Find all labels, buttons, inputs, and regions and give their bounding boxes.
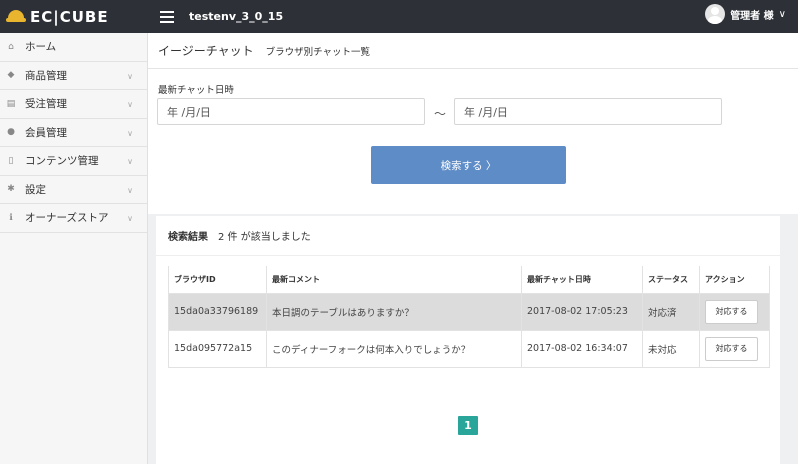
results-heading: 検索結果 [168,232,208,243]
column-header-datetime[interactable]: 最新チャット日時 [521,266,643,294]
action-cell: 対応する [699,330,770,368]
file-icon: ▯ [8,155,14,166]
page-subtitle: ブラウザ別チャット一覧 [265,46,371,58]
browser-id-cell: 15da095772a15 [168,330,267,368]
date-range-separator: ～ [434,107,447,121]
search-button[interactable]: 検索する 〉 [371,146,566,184]
date-field-label: 最新チャット日時 [158,85,234,96]
sidebar-item-label: 商品管理 [25,69,67,82]
page-header: イージーチャット ブラウザ別チャット一覧 [148,33,798,69]
chevron-down-icon: ∨ [127,128,133,138]
chevron-down-icon: ∨ [127,100,133,109]
column-header-status[interactable]: ステータス [642,266,700,294]
chevron-down-icon: ∨ [127,185,133,195]
sidebar-item-home[interactable]: ⌂ ホーム [0,33,147,62]
sidebar-item-label: 受注管理 [25,98,67,111]
cart-icon: ▤ [6,98,16,109]
main-content: イージーチャット ブラウザ別チャット一覧 最新チャット日時 年 /月/日 ～ 年… [148,33,798,464]
comment-cell: 本日調のテーブルはありますか？ [266,293,522,331]
datetime-cell: 2017-08-02 16:34:07 [521,330,643,368]
column-header-action: アクション [699,266,770,294]
logo[interactable]: EC|CUBE [0,0,148,33]
sidebar-item-contents[interactable]: ▯ コンテンツ管理 ∨ [0,147,147,176]
datetime-cell: 2017-08-02 17:05:23 [521,293,643,331]
logo-text: EC|CUBE [30,7,109,26]
avatar [705,4,726,24]
sidebar-item-orders[interactable]: ▤ 受注管理 ∨ [0,90,147,119]
pagination-page[interactable]: 1 [458,416,478,435]
results-panel: 検索結果 2 件 が該当しました ブラウザID 最新コメント 最新チャット日時 … [156,216,780,464]
chevron-down-icon: ∨ [127,71,133,81]
chevron-down-icon: ∨ [127,157,133,166]
status-cell: 未対応 [642,330,700,368]
top-bar: EC|CUBE testenv_3_0_15 管理者 様 ∨ [0,0,798,33]
chevron-down-icon: ∨ [127,214,133,223]
table-row[interactable]: 15da095772a15 このディナーフォークは何本入りでしょうか？ 2017… [168,330,770,368]
table-row[interactable]: 15da0a33796189 本日調のテーブルはありますか？ 2017-08-0… [168,293,770,331]
comment-cell: このディナーフォークは何本入りでしょうか？ [266,330,522,368]
users-icon: ● [7,127,15,138]
info-icon: ℹ [9,212,13,223]
search-panel: 最新チャット日時 年 /月/日 ～ 年 /月/日 検索する 〉 [148,69,798,214]
user-name: 管理者 様 [730,10,774,22]
page-title: イージーチャット [158,44,254,58]
logo-hat-icon [6,9,26,24]
gear-icon: ✱ [7,184,15,195]
sidebar-item-owners-store[interactable]: ℹ オーナーズストア ∨ [0,204,147,233]
table-header-row: ブラウザID 最新コメント 最新チャット日時 ステータス アクション [168,266,770,294]
results-table: ブラウザID 最新コメント 最新チャット日時 ステータス アクション 15da0… [168,266,770,368]
chevron-down-icon: ∨ [778,8,786,20]
column-header-comment[interactable]: 最新コメント [266,266,522,294]
sidebar: ⌂ ホーム ◆ 商品管理 ∨ ▤ 受注管理 ∨ ● 会員管理 ∨ ▯ コンテンツ… [0,33,148,464]
sidebar-item-label: オーナーズストア [25,212,109,225]
sidebar-item-label: コンテンツ管理 [25,155,99,168]
sidebar-item-label: 会員管理 [25,126,67,139]
respond-button[interactable]: 対応する [705,299,758,324]
column-header-browser-id[interactable]: ブラウザID [168,266,267,294]
site-name[interactable]: testenv_3_0_15 [189,10,283,23]
results-header: 検索結果 2 件 が該当しました [156,216,780,256]
user-menu[interactable]: 管理者 様 ∨ [705,4,786,24]
date-to-input[interactable]: 年 /月/日 [454,98,722,125]
sidebar-item-products[interactable]: ◆ 商品管理 ∨ [0,62,147,90]
home-icon: ⌂ [8,41,14,52]
results-count: 2 件 が該当しました [218,232,311,243]
sidebar-item-label: 設定 [25,183,46,196]
action-cell: 対応する [699,293,770,331]
status-cell: 対応済 [642,293,700,331]
sidebar-item-label: ホーム [25,41,57,54]
browser-id-cell: 15da0a33796189 [168,293,267,331]
respond-button[interactable]: 対応する [705,336,758,361]
date-from-input[interactable]: 年 /月/日 [157,98,425,125]
sidebar-item-settings[interactable]: ✱ 設定 ∨ [0,176,147,204]
sidebar-item-members[interactable]: ● 会員管理 ∨ [0,119,147,147]
menu-toggle-icon[interactable] [160,10,174,23]
tag-icon: ◆ [7,70,15,81]
